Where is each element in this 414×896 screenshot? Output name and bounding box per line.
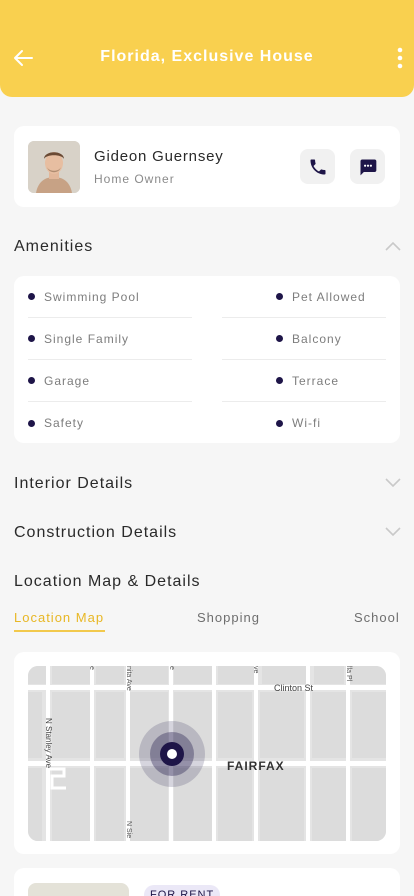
svg-text:lla Pl: lla Pl	[345, 666, 352, 682]
amenities-title[interactable]: Amenities	[14, 238, 93, 256]
bullet-icon	[28, 377, 35, 384]
listing-thumbnail	[28, 883, 129, 896]
amenity-item: Garage	[28, 360, 192, 402]
chevron-down-icon[interactable]	[385, 527, 401, 537]
bullet-icon	[28, 419, 35, 427]
map-label: Clinton St	[274, 683, 314, 693]
map-graphic: Clinton St N Stanley Ave FAIRFAX e nita …	[28, 666, 386, 841]
call-button[interactable]	[300, 149, 335, 184]
svg-text:ve: ve	[252, 666, 259, 674]
bullet-icon	[276, 335, 283, 342]
owner-name: Gideon Guernsey	[94, 148, 224, 165]
amenities-card: Swimming Pool Single Family Garage Safet…	[14, 276, 400, 443]
map-card: Clinton St N Stanley Ave FAIRFAX e nita …	[14, 652, 400, 854]
page-title: Florida, Exclusive House	[100, 48, 314, 65]
amenity-item: Balcony	[222, 318, 386, 360]
amenity-item: Single Family	[28, 318, 192, 360]
tab-location-map[interactable]: Location Map	[14, 610, 104, 625]
amenity-item: Swimming Pool	[28, 276, 192, 318]
amenity-item: Wi-fi	[222, 402, 386, 444]
chevron-up-icon[interactable]	[385, 241, 401, 251]
bullet-icon	[276, 293, 283, 300]
bullet-icon	[276, 377, 283, 384]
chat-icon	[360, 159, 376, 175]
bullet-icon	[28, 293, 35, 300]
owner-card: Gideon Guernsey Home Owner	[14, 126, 400, 207]
owner-role: Home Owner	[94, 172, 175, 186]
chevron-down-icon[interactable]	[385, 478, 401, 488]
more-vertical-icon[interactable]	[396, 46, 404, 70]
svg-text:e: e	[168, 666, 175, 670]
active-tab-indicator	[14, 630, 105, 632]
status-badge: FOR RENT	[144, 885, 221, 896]
message-button[interactable]	[350, 149, 385, 184]
amenity-item: Pet Allowed	[222, 276, 386, 318]
bullet-icon	[276, 419, 283, 427]
svg-text:N Sie: N Sie	[125, 821, 132, 838]
interior-details-header[interactable]: Interior Details	[14, 475, 133, 493]
tab-school[interactable]: School	[354, 610, 400, 625]
svg-text:nita Ave: nita Ave	[125, 666, 132, 691]
svg-text:e: e	[88, 666, 95, 670]
phone-icon	[310, 159, 325, 174]
location-map[interactable]: Clinton St N Stanley Ave FAIRFAX e nita …	[28, 666, 386, 841]
amenity-item: Terrace	[222, 360, 386, 402]
construction-details-header[interactable]: Construction Details	[14, 524, 177, 542]
avatar	[28, 141, 80, 193]
location-title: Location Map & Details	[14, 573, 201, 590]
app-header: Florida, Exclusive House	[0, 0, 414, 97]
bullet-icon	[28, 335, 35, 342]
tab-shopping[interactable]: Shopping	[197, 610, 260, 625]
map-label: N Stanley Ave	[44, 718, 53, 769]
listing-card[interactable]: FOR RENT	[14, 868, 400, 896]
amenity-item: Safety	[28, 402, 192, 444]
map-label: FAIRFAX	[227, 759, 285, 773]
